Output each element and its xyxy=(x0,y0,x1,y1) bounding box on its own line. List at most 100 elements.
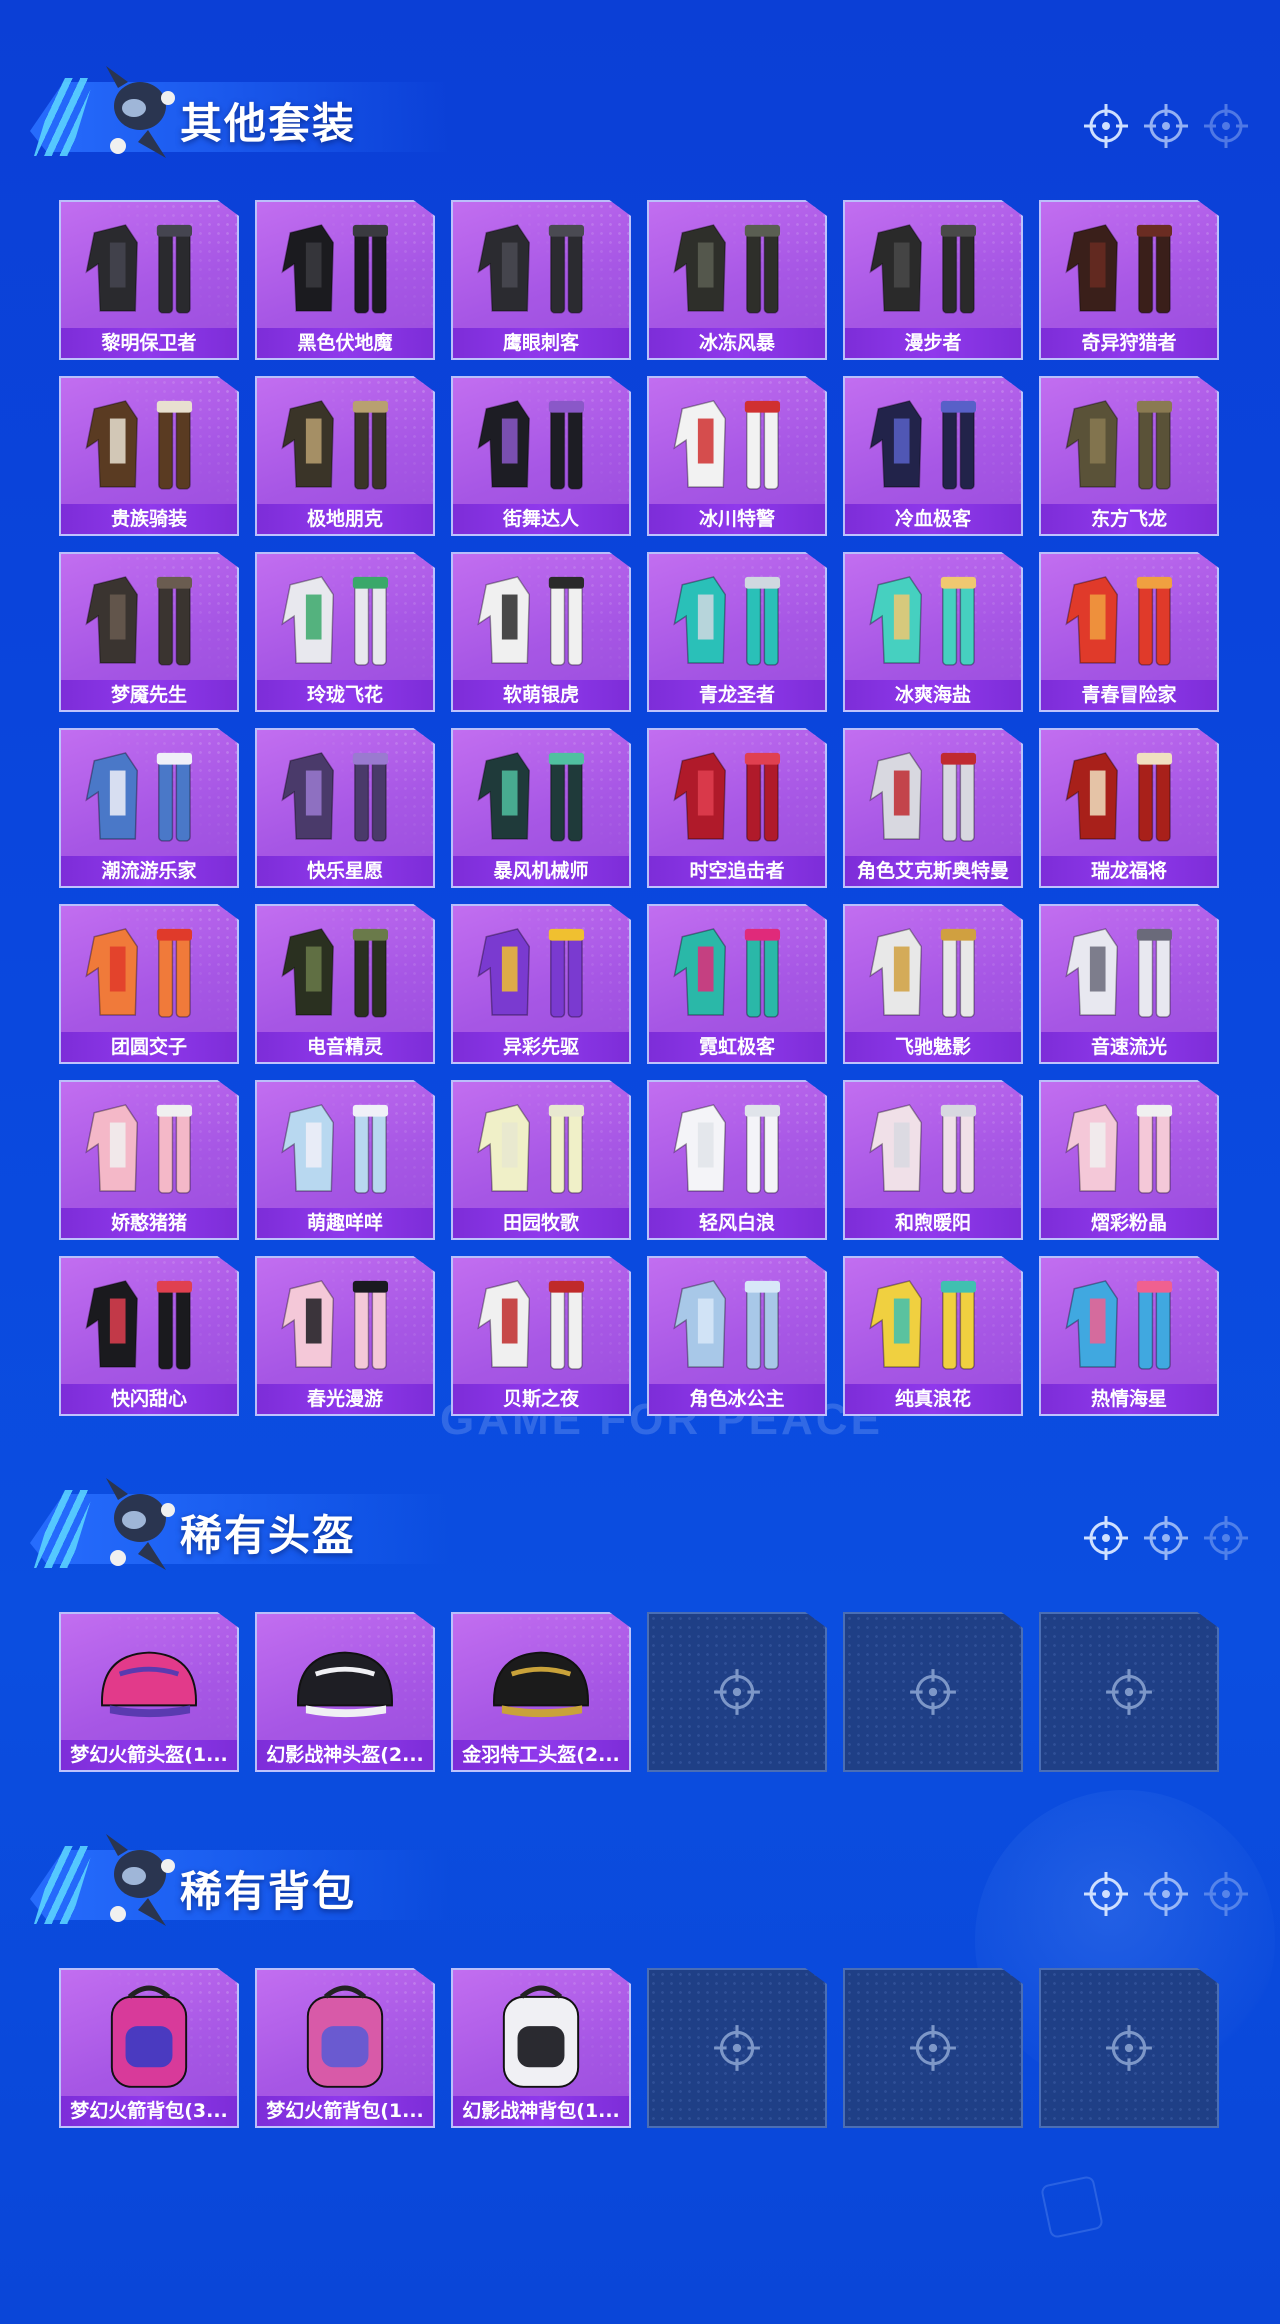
item-image xyxy=(869,576,977,666)
item-card[interactable]: 和煦暖阳 xyxy=(843,1080,1023,1240)
item-image xyxy=(869,1280,977,1370)
item-name: 冰川特警 xyxy=(649,504,825,534)
item-name: 萌趣咩咩 xyxy=(257,1208,433,1238)
item-name: 黑色伏地魔 xyxy=(257,328,433,358)
item-card[interactable]: 飞驰魅影 xyxy=(843,904,1023,1064)
item-card[interactable]: 贵族骑装 xyxy=(59,376,239,536)
item-card[interactable]: 团圆交子 xyxy=(59,904,239,1064)
item-card[interactable]: 瑞龙福将 xyxy=(1039,728,1219,888)
empty-slot[interactable] xyxy=(843,1968,1023,2128)
item-image xyxy=(281,1104,389,1194)
item-card[interactable]: 梦幻火箭背包(3... xyxy=(59,1968,239,2128)
item-card[interactable]: 时空追击者 xyxy=(647,728,827,888)
item-card[interactable]: 轻风白浪 xyxy=(647,1080,827,1240)
item-image xyxy=(1065,1280,1173,1370)
item-card[interactable]: 奇异狩猎者 xyxy=(1039,200,1219,360)
item-card[interactable]: 青春冒险家 xyxy=(1039,552,1219,712)
item-image xyxy=(1065,928,1173,1018)
crosshair-icon xyxy=(1204,104,1248,148)
item-name: 街舞达人 xyxy=(453,504,629,534)
item-card[interactable]: 幻影战神头盔(2... xyxy=(255,1612,435,1772)
item-card[interactable]: 冰川特警 xyxy=(647,376,827,536)
header-crosshair-icons xyxy=(1082,1870,1250,1918)
item-image xyxy=(673,1280,781,1370)
item-card[interactable]: 熠彩粉晶 xyxy=(1039,1080,1219,1240)
item-image xyxy=(477,1280,585,1370)
item-card[interactable]: 街舞达人 xyxy=(451,376,631,536)
item-card[interactable]: 贝斯之夜 xyxy=(451,1256,631,1416)
item-image xyxy=(297,1651,393,1718)
item-card[interactable]: 幻影战神背包(1... xyxy=(451,1968,631,2128)
item-name: 时空追击者 xyxy=(649,856,825,886)
item-card[interactable]: 角色冰公主 xyxy=(647,1256,827,1416)
item-name: 潮流游乐家 xyxy=(61,856,237,886)
item-card[interactable]: 娇憨猪猪 xyxy=(59,1080,239,1240)
item-image xyxy=(869,752,977,842)
section-header: 其他套装 xyxy=(30,52,450,170)
empty-slot-crosshair-icon xyxy=(1106,1669,1152,1715)
item-image xyxy=(493,1651,589,1718)
item-name: 梦幻火箭背包(3... xyxy=(61,2096,237,2126)
item-image xyxy=(477,224,585,314)
mascot-icon xyxy=(106,1834,175,1926)
item-card[interactable]: 冷血极客 xyxy=(843,376,1023,536)
item-name: 冷血极客 xyxy=(845,504,1021,534)
item-card[interactable]: 黑色伏地魔 xyxy=(255,200,435,360)
item-card[interactable]: 春光漫游 xyxy=(255,1256,435,1416)
item-card[interactable]: 快闪甜心 xyxy=(59,1256,239,1416)
empty-slot-crosshair-icon xyxy=(910,1669,956,1715)
item-card[interactable]: 暴风机械师 xyxy=(451,728,631,888)
header-crosshair-icons xyxy=(1082,1514,1250,1562)
item-card[interactable]: 热情海星 xyxy=(1039,1256,1219,1416)
item-card[interactable]: 梦幻火箭背包(1... xyxy=(255,1968,435,2128)
empty-slot-crosshair-icon xyxy=(910,2025,956,2071)
item-image xyxy=(110,1985,188,2088)
empty-slot[interactable] xyxy=(1039,1612,1219,1772)
item-card[interactable]: 金羽特工头盔(2... xyxy=(451,1612,631,1772)
item-image xyxy=(101,1651,197,1718)
empty-slot[interactable] xyxy=(843,1612,1023,1772)
item-name: 春光漫游 xyxy=(257,1384,433,1414)
item-card[interactable]: 快乐星愿 xyxy=(255,728,435,888)
item-card[interactable]: 田园牧歌 xyxy=(451,1080,631,1240)
item-card[interactable]: 电音精灵 xyxy=(255,904,435,1064)
item-name: 熠彩粉晶 xyxy=(1041,1208,1217,1238)
item-card[interactable]: 纯真浪花 xyxy=(843,1256,1023,1416)
item-card[interactable]: 霓虹极客 xyxy=(647,904,827,1064)
item-card[interactable]: 角色艾克斯奥特曼 xyxy=(843,728,1023,888)
item-card[interactable]: 黎明保卫者 xyxy=(59,200,239,360)
crosshair-icon xyxy=(1204,1516,1248,1560)
crosshair-icon xyxy=(1204,1872,1248,1916)
item-name: 冰爽海盐 xyxy=(845,680,1021,710)
empty-slot[interactable] xyxy=(1039,1968,1219,2128)
item-grid: 梦幻火箭头盔(1... 幻影战神头盔(2... 金羽特工头盔(2... xyxy=(59,1612,1219,1772)
item-card[interactable]: 鹰眼刺客 xyxy=(451,200,631,360)
empty-slot[interactable] xyxy=(647,1968,827,2128)
item-image xyxy=(1065,400,1173,490)
item-image xyxy=(85,576,193,666)
item-card[interactable]: 潮流游乐家 xyxy=(59,728,239,888)
item-card[interactable]: 音速流光 xyxy=(1039,904,1219,1064)
item-name: 梦幻火箭背包(1... xyxy=(257,2096,433,2126)
item-image xyxy=(1065,224,1173,314)
crate-decoration xyxy=(1039,2174,1105,2240)
item-card[interactable]: 漫步者 xyxy=(843,200,1023,360)
item-card[interactable]: 梦魇先生 xyxy=(59,552,239,712)
item-grid: 黎明保卫者 黑色伏地魔 鹰眼刺客 冰冻风暴 漫步者 奇异狩猎者 贵族骑装 极地朋… xyxy=(59,200,1219,1416)
item-name: 金羽特工头盔(2... xyxy=(453,1740,629,1770)
item-name: 青龙圣者 xyxy=(649,680,825,710)
item-card[interactable]: 异彩先驱 xyxy=(451,904,631,1064)
item-name: 贵族骑装 xyxy=(61,504,237,534)
item-card[interactable]: 极地朋克 xyxy=(255,376,435,536)
item-image xyxy=(85,224,193,314)
item-card[interactable]: 玲珑飞花 xyxy=(255,552,435,712)
item-card[interactable]: 青龙圣者 xyxy=(647,552,827,712)
item-card[interactable]: 梦幻火箭头盔(1... xyxy=(59,1612,239,1772)
item-card[interactable]: 冰爽海盐 xyxy=(843,552,1023,712)
item-card[interactable]: 冰冻风暴 xyxy=(647,200,827,360)
item-card[interactable]: 东方飞龙 xyxy=(1039,376,1219,536)
item-image xyxy=(85,1104,193,1194)
empty-slot[interactable] xyxy=(647,1612,827,1772)
item-card[interactable]: 软萌银虎 xyxy=(451,552,631,712)
item-card[interactable]: 萌趣咩咩 xyxy=(255,1080,435,1240)
